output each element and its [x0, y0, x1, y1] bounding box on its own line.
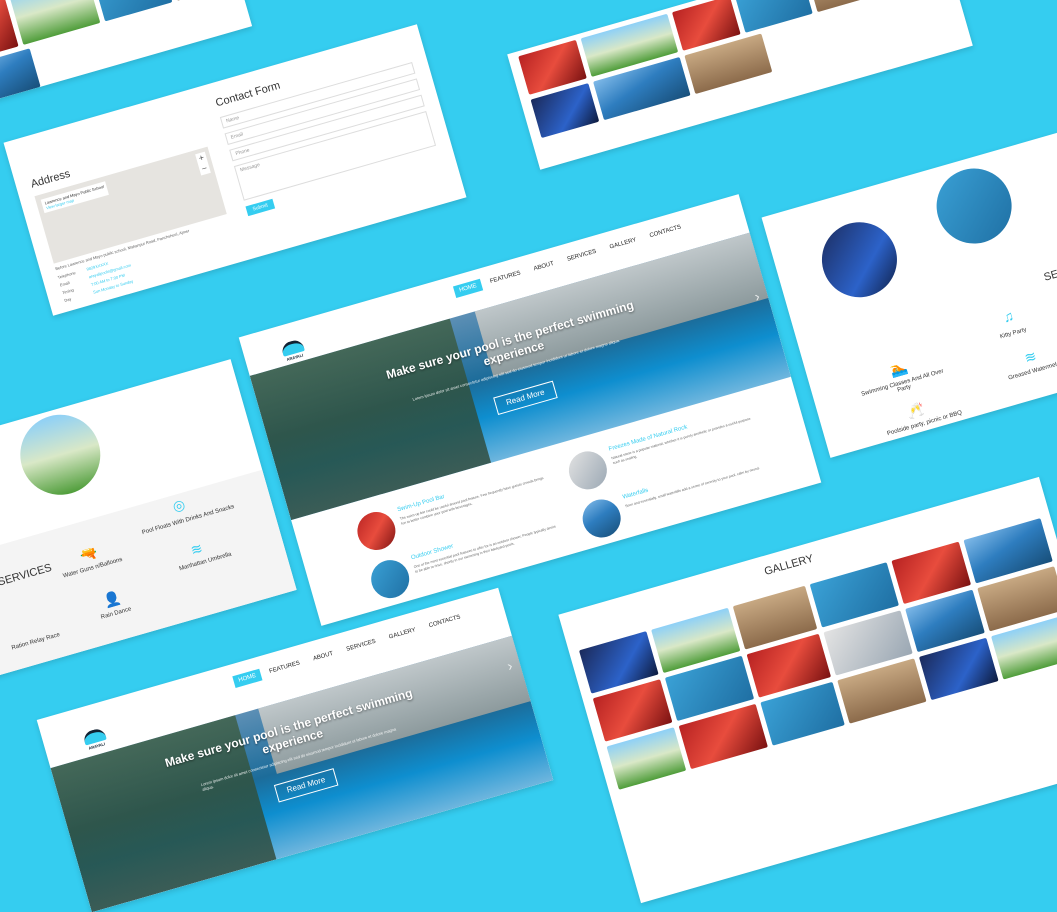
nav-about[interactable]: ABOUT [307, 647, 340, 667]
zoom-out-icon[interactable]: − [198, 162, 211, 175]
nav-gallery[interactable]: GALLERY [603, 233, 642, 255]
chevron-right-icon[interactable]: › [753, 288, 762, 305]
gallery-photo[interactable] [162, 0, 235, 1]
nav-services[interactable]: SERVICES [340, 634, 382, 657]
feature-round-photo [578, 494, 626, 542]
feature-text: Seen and essentially, small waterfalls a… [624, 466, 761, 509]
hero-banner: › Make sure your pool is the perfect swi… [50, 635, 554, 912]
feature-round-photo [352, 507, 400, 555]
services-card-left: SERVICES 🔫 Water Guns n/Balloons ◎ Pool … [0, 359, 297, 681]
read-more-button[interactable]: Read More [493, 380, 558, 415]
contact-row-label: Day [63, 296, 72, 303]
submit-button[interactable]: Submit [245, 198, 276, 217]
gallery-photo[interactable] [8, 0, 101, 45]
feature-round-photo [813, 213, 906, 307]
gallery-strip-card-top-right [507, 0, 973, 170]
gallery-photo[interactable] [89, 0, 173, 22]
feature-round-photo [0, 454, 5, 530]
nav-features[interactable]: FEATURES [484, 266, 527, 289]
hero-title: Make sure your pool is the perfect swimm… [384, 297, 636, 382]
contact-row-label: Email [59, 280, 71, 288]
chevron-right-icon[interactable]: › [505, 657, 514, 674]
read-more-button[interactable]: Read More [273, 768, 339, 803]
nav-services[interactable]: SERVICES [561, 244, 603, 267]
gallery-photo[interactable] [734, 0, 813, 33]
services-heading: SERVI [1042, 263, 1057, 284]
contact-row-label: Telephone [57, 270, 77, 280]
nav-home[interactable]: HOME [452, 278, 484, 298]
nav-about[interactable]: ABOUT [528, 257, 561, 277]
contact-row-label: Timing [61, 287, 75, 296]
gallery-photo[interactable] [806, 0, 885, 13]
nav-features[interactable]: FEATURES [263, 656, 306, 679]
gallery-photo[interactable] [0, 48, 41, 107]
feature-round-photo [927, 159, 1021, 253]
homepage-card-center: ARAYALI HOME FEATURES ABOUT SERVICES GAL… [238, 194, 822, 626]
feature-round-photo [10, 405, 110, 505]
music-note-icon: ♫ [1001, 307, 1016, 326]
nav-contacts[interactable]: CONTACTS [643, 220, 687, 243]
gallery-heading: GALLERY [762, 552, 815, 578]
nav-gallery[interactable]: GALLERY [383, 623, 422, 645]
gallery-card-bottom-right: GALLERY [558, 476, 1057, 904]
service-item: Kitty Party [999, 327, 1028, 341]
feature-round-photo [366, 555, 414, 603]
services-card-right: SERVI 🏊 Swimming Classes And All Over Pa… [761, 132, 1057, 458]
nav-home[interactable]: HOME [232, 668, 263, 688]
feature-round-photo [564, 446, 612, 494]
nav-contacts[interactable]: CONTACTS [423, 610, 467, 633]
